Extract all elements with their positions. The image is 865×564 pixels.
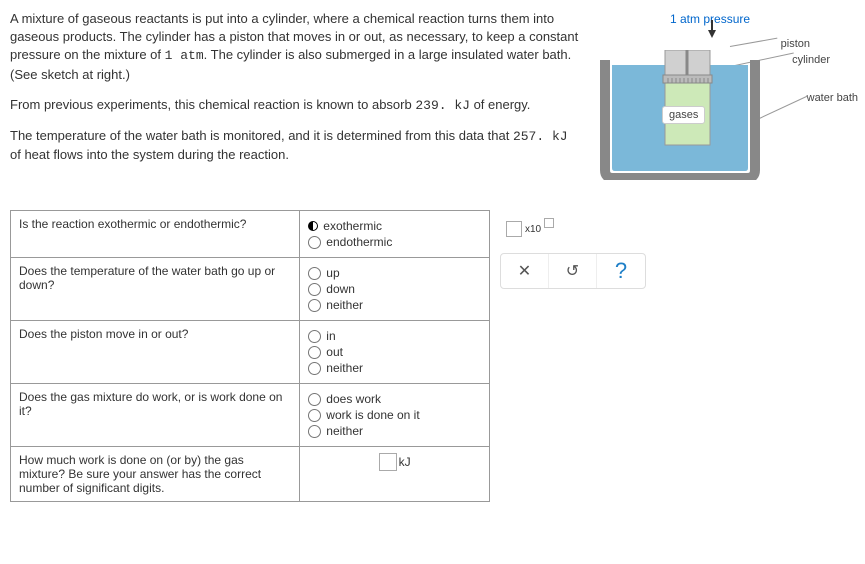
help-icon: ? <box>615 258 627 284</box>
q2-opt-up[interactable]: up <box>326 266 339 280</box>
q3-radio-in[interactable] <box>308 330 321 343</box>
piston-label: piston <box>781 38 810 50</box>
q4-opt-neither[interactable]: neither <box>326 424 363 438</box>
problem-statement: A mixture of gaseous reactants is put in… <box>10 10 580 190</box>
x10-label: x10 <box>525 224 541 235</box>
q3-text: Does the piston move in or out? <box>11 321 300 384</box>
q2-opt-neither[interactable]: neither <box>326 298 363 312</box>
kj-unit-label: kJ <box>399 455 411 469</box>
q2-radio-up[interactable] <box>308 267 321 280</box>
gases-label: gases <box>662 106 705 124</box>
sci-exponent-box[interactable] <box>544 218 554 228</box>
q1-radio-endothermic[interactable] <box>308 236 321 249</box>
q4-radio-workdone[interactable] <box>308 409 321 422</box>
questions-table: Is the reaction exothermic or endothermi… <box>10 210 490 502</box>
q1-opt-endothermic[interactable]: endothermic <box>326 235 392 249</box>
radio-selected-icon[interactable] <box>308 221 318 231</box>
para3-b: of heat flows into the system during the… <box>10 147 289 162</box>
apparatus-diagram: 1 atm pressure piston cylinder water bat… <box>600 10 840 190</box>
q1-opt-exothermic[interactable]: exothermic <box>323 219 382 233</box>
heat-value: 257. kJ <box>513 129 568 144</box>
close-icon: ✕ <box>518 261 531 281</box>
cylinder-label: cylinder <box>792 54 830 66</box>
q4-opt-workdone[interactable]: work is done on it <box>326 408 419 422</box>
help-button[interactable]: ? <box>597 254 645 288</box>
redo-button[interactable]: ↺ <box>549 254 597 288</box>
q3-radio-neither[interactable] <box>308 362 321 375</box>
q3-radio-out[interactable] <box>308 346 321 359</box>
pressure-arrow-icon <box>708 30 716 38</box>
para3-a: The temperature of the water bath is mon… <box>10 128 513 143</box>
q2-text: Does the temperature of the water bath g… <box>11 258 300 321</box>
q2-opt-down[interactable]: down <box>326 282 355 296</box>
q3-opt-neither[interactable]: neither <box>326 361 363 375</box>
pressure-value: 1 atm <box>165 48 204 63</box>
q1-text: Is the reaction exothermic or endothermi… <box>11 211 300 258</box>
q4-opt-doeswork[interactable]: does work <box>326 392 381 406</box>
control-buttons: ✕ ↺ ? <box>500 253 646 289</box>
para2-a: From previous experiments, this chemical… <box>10 97 415 112</box>
para2-b: of energy. <box>470 97 530 112</box>
close-button[interactable]: ✕ <box>501 254 549 288</box>
waterbath-label: water bath <box>807 92 858 104</box>
q4-radio-neither[interactable] <box>308 425 321 438</box>
q4-text: Does the gas mixture do work, or is work… <box>11 384 300 447</box>
q2-radio-down[interactable] <box>308 283 321 296</box>
q5-text: How much work is done on (or by) the gas… <box>11 447 300 502</box>
q3-opt-out[interactable]: out <box>326 345 343 359</box>
sci-notation-tool[interactable]: x10 <box>500 215 646 243</box>
q4-radio-doeswork[interactable] <box>308 393 321 406</box>
q3-opt-in[interactable]: in <box>326 329 335 343</box>
leader-line-piston <box>730 38 777 47</box>
q2-radio-neither[interactable] <box>308 299 321 312</box>
leader-line-waterbath <box>755 96 808 121</box>
work-value-input[interactable] <box>379 453 397 471</box>
redo-icon: ↺ <box>566 261 579 281</box>
absorb-value: 239. kJ <box>415 98 470 113</box>
sci-coefficient-box[interactable] <box>506 221 522 237</box>
